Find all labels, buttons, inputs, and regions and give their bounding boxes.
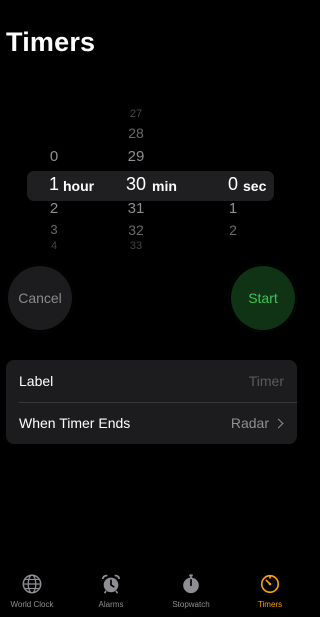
hours-option[interactable]: 2 <box>42 200 66 217</box>
seconds-wheel[interactable]: 0 sec 1 2 <box>208 106 278 256</box>
minutes-option[interactable]: 29 <box>124 148 148 165</box>
tab-world-clock[interactable]: World Clock <box>0 566 70 617</box>
label-row[interactable]: Label Timer <box>6 360 297 402</box>
minutes-unit-label: min <box>152 178 177 194</box>
chevron-right-icon <box>273 418 284 428</box>
hours-unit-label: hour <box>63 178 95 194</box>
minutes-option[interactable]: 31 <box>124 200 148 217</box>
seconds-unit-label: sec <box>243 178 267 194</box>
page-title: Timers <box>6 27 96 57</box>
tab-timers[interactable]: Timers <box>232 566 308 617</box>
stopwatch-icon <box>183 574 199 594</box>
tab-stopwatch-label: Stopwatch <box>172 600 210 609</box>
alarm-clock-icon <box>101 574 121 594</box>
cancel-button[interactable]: Cancel <box>6 264 74 332</box>
hours-wheel[interactable]: 0 1 hour 2 3 4 <box>26 106 106 256</box>
when-timer-ends-value-group: Radar <box>231 415 284 431</box>
minutes-selected-value[interactable]: 30 <box>124 174 148 195</box>
start-button[interactable]: Start <box>229 264 297 332</box>
label-row-title: Label <box>19 373 54 389</box>
when-timer-ends-title: When Timer Ends <box>19 415 131 431</box>
tab-alarms[interactable]: Alarms <box>73 566 149 617</box>
seconds-option[interactable]: 2 <box>221 222 245 238</box>
duration-picker[interactable]: 0 1 hour 2 3 4 27 28 29 30 min 31 32 33 … <box>0 106 306 256</box>
minutes-option[interactable]: 33 <box>124 240 148 252</box>
label-input-placeholder[interactable]: Timer <box>249 373 284 389</box>
minutes-option[interactable]: 32 <box>124 222 148 238</box>
hours-option[interactable]: 3 <box>42 222 66 237</box>
tab-timers-label: Timers <box>257 600 283 609</box>
minutes-option[interactable]: 27 <box>124 108 148 120</box>
minutes-wheel[interactable]: 27 28 29 30 min 31 32 33 <box>110 106 190 256</box>
when-timer-ends-value: Radar <box>230 415 269 431</box>
seconds-selected-value[interactable]: 0 <box>221 174 245 195</box>
tab-bar: World Clock Alarms Stopwatch Timers <box>0 566 306 617</box>
hours-option[interactable]: 4 <box>42 240 66 252</box>
tab-stopwatch[interactable]: Stopwatch <box>153 566 229 617</box>
globe-icon <box>22 574 42 594</box>
minutes-option[interactable]: 28 <box>124 125 148 141</box>
timer-icon <box>260 574 280 594</box>
tab-alarms-label: Alarms <box>98 600 124 609</box>
tab-world-clock-label: World Clock <box>10 600 54 609</box>
seconds-option[interactable]: 1 <box>221 200 245 217</box>
hours-option[interactable]: 0 <box>42 148 66 165</box>
when-timer-ends-row[interactable]: When Timer Ends Radar <box>6 402 297 444</box>
timer-settings-group: Label Timer When Timer Ends Radar <box>6 360 297 444</box>
